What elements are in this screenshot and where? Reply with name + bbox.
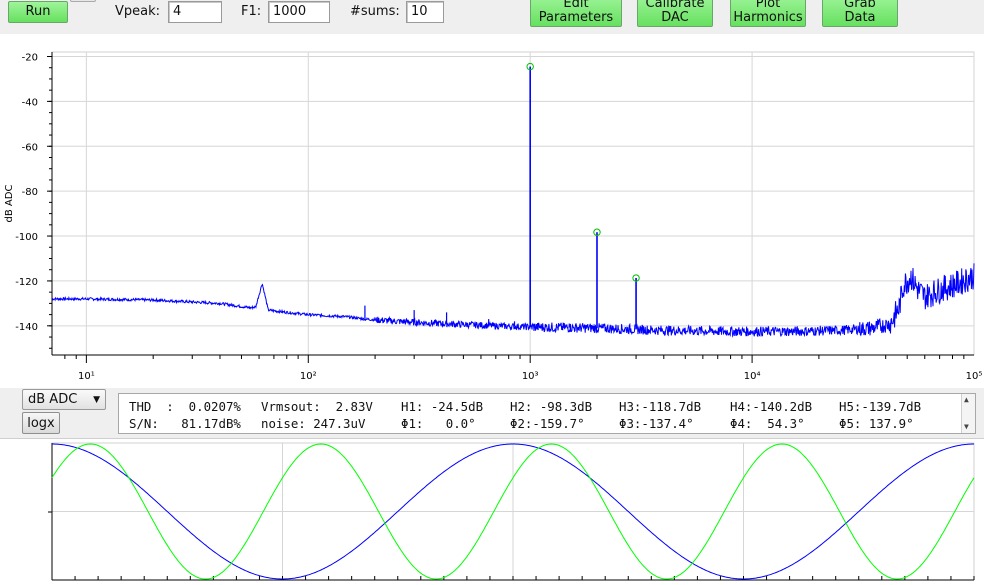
chevron-down-icon: ▼: [93, 395, 100, 405]
waveform-plot-panel[interactable]: [0, 438, 984, 585]
plot-area: [51, 51, 975, 356]
y-tick-label: -140: [15, 322, 38, 333]
stat-line2-1: noise: 247.3uV: [261, 416, 366, 431]
stat-line2-3: Φ2:-159.7°: [510, 416, 585, 431]
x-tick-label: 10⁵: [966, 371, 983, 382]
stat-line1-3: H2: -98.3dB: [510, 399, 593, 414]
y-tick-label: -60: [22, 142, 38, 153]
stat-line1-2: H1: -24.5dB: [401, 399, 484, 414]
stat-line2-4: Φ3:-137.4°: [619, 416, 694, 431]
y-tick-label: -20: [22, 52, 38, 63]
toolbar-stub-button[interactable]: [70, 0, 96, 2]
harmonics-stats-box: ▲ ▼ THD : 0.0207% Vrmsout: 2.83V H1: -24.5…: [118, 393, 976, 434]
x-tick-label: 10⁴: [744, 371, 761, 382]
spectrum-plot: -20 -40 -60 -80 -100 -120 -140 10¹ 10² 10³ 10⁴ 10⁵ d…: [4, 51, 983, 388]
y-tick-label: -40: [22, 97, 38, 108]
stat-line1-6: H5:-139.7dB: [839, 399, 922, 414]
vpeak-label: Vpeak:: [115, 4, 161, 19]
vpeak-input[interactable]: 4: [168, 1, 222, 23]
x-tick-label: 10³: [522, 371, 539, 382]
stat-line1-4: H3:-118.7dB: [619, 399, 702, 414]
x-tick-label: 10²: [300, 371, 317, 382]
stat-line1-5: H4:-140.2dB: [730, 399, 813, 414]
run-button[interactable]: Run: [8, 1, 68, 23]
sums-label: #sums:: [350, 4, 400, 19]
x-tick-label: 10¹: [78, 371, 95, 382]
edit-parameters-button[interactable]: Edit Parameters: [530, 0, 622, 27]
plot-harmonics-button[interactable]: Plot Harmonics: [730, 0, 806, 27]
stats-scrollbar[interactable]: ▲ ▼: [961, 394, 975, 433]
spectrum-plot-panel[interactable]: -20 -40 -60 -80 -100 -120 -140 10¹ 10² 10³ 10⁴ 10⁵ d…: [0, 34, 984, 388]
calibrate-dac-button[interactable]: Calibrate DAC: [637, 0, 713, 27]
y-tick-label: -100: [15, 232, 38, 243]
scroll-up-icon[interactable]: ▲: [964, 395, 969, 404]
sums-input[interactable]: 10: [406, 1, 444, 23]
y-tick-label: -120: [15, 277, 38, 288]
stat-line2-2: Φ1: 0.0°: [401, 416, 476, 431]
scroll-down-icon[interactable]: ▼: [964, 422, 969, 431]
scale-select[interactable]: dB ADC ▼: [22, 389, 106, 410]
y-tick-label: -80: [22, 187, 38, 198]
scale-select-value: dB ADC: [28, 392, 78, 407]
y-axis-label: dB ADC: [4, 185, 15, 223]
stat-line2-5: Φ4: 54.3°: [730, 416, 805, 431]
stat-line2-0: S/N: 81.17dB%: [129, 416, 241, 431]
stat-line1-0: THD : 0.0207%: [129, 399, 241, 414]
stat-line1-1: Vrmsout: 2.83V: [261, 399, 373, 414]
f1-input[interactable]: 1000: [268, 1, 330, 23]
grab-data-button[interactable]: Grab Data: [822, 0, 898, 27]
logx-button[interactable]: logx: [22, 412, 60, 434]
x-axis-label: Frequency: [504, 387, 556, 388]
waveform-plot: [48, 442, 975, 581]
f1-label: F1:: [241, 4, 262, 19]
stat-line2-6: Φ5: 137.9°: [839, 416, 914, 431]
